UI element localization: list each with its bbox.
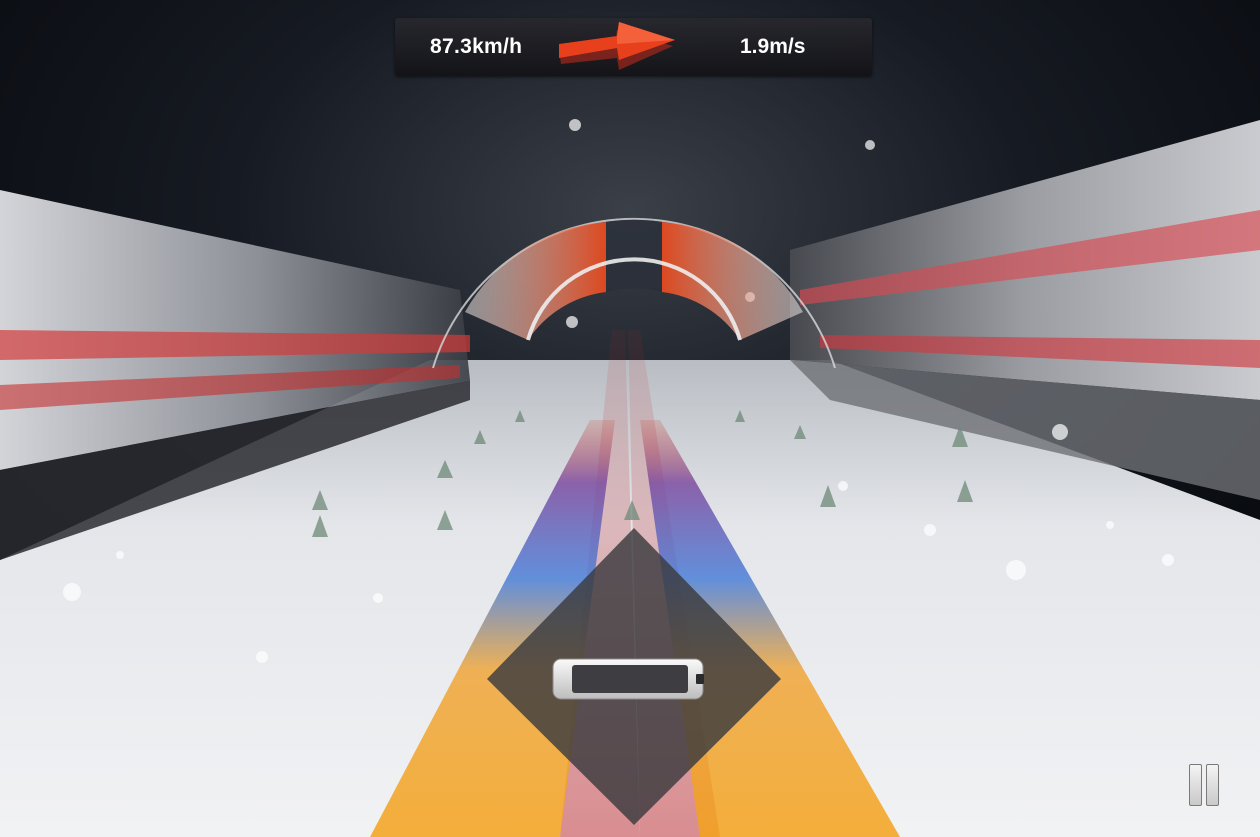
speed-readout: 87.3km/h [430, 35, 523, 58]
game-scene [0, 0, 1260, 837]
pause-icon-bar-left [1189, 764, 1202, 806]
wind-speed-hud: 87.3km/h 1.9m/s [395, 18, 872, 76]
wind-speed-readout: 1.9m/s [740, 35, 806, 58]
pause-icon-bar-right [1206, 764, 1219, 806]
battery-indicator-icon [552, 658, 704, 700]
pause-button[interactable] [1183, 760, 1225, 810]
wind-arrow-icon [559, 22, 675, 70]
